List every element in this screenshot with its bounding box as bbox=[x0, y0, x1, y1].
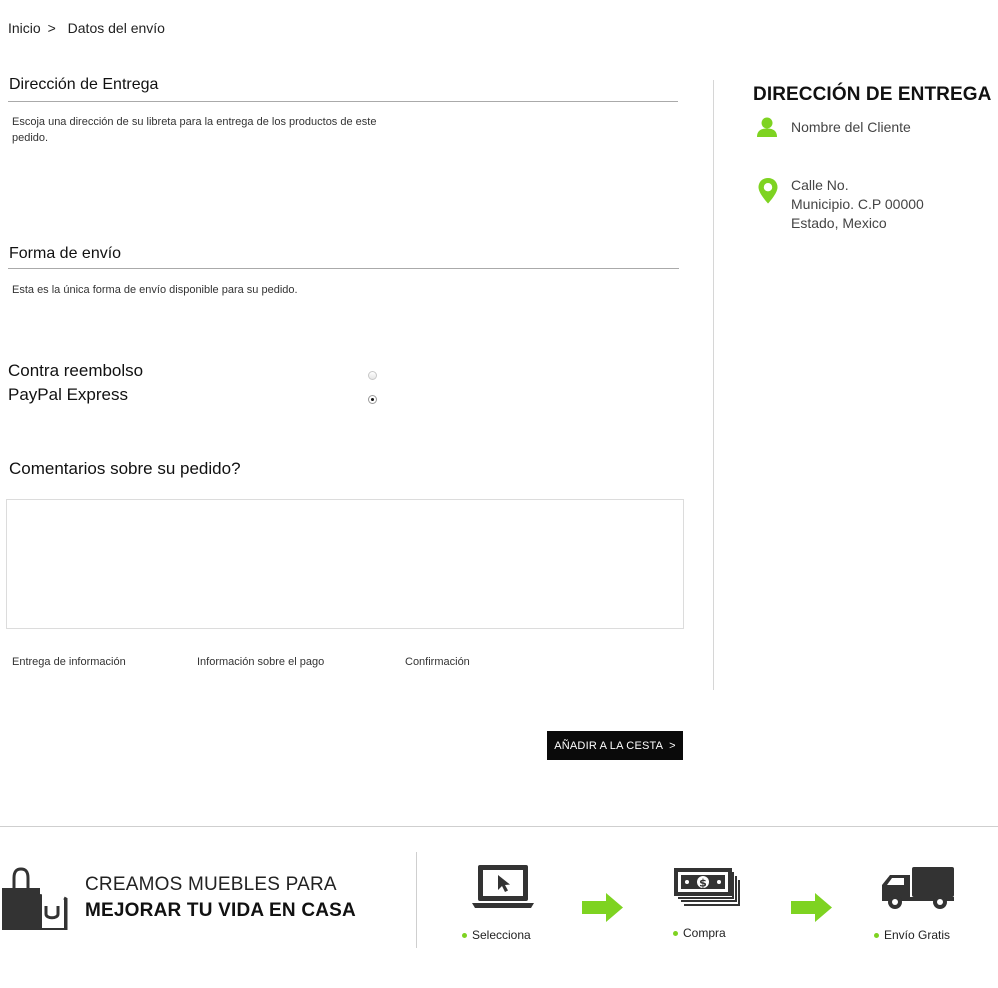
add-to-cart-button[interactable]: AÑADIR A LA CESTA > bbox=[547, 731, 683, 760]
feature-buy-label: Compra bbox=[683, 926, 726, 940]
sidebar-address: Calle No. Municipio. C.P 00000 Estado, M… bbox=[791, 176, 924, 233]
breadcrumb: Inicio > Datos del envío bbox=[8, 20, 165, 36]
footer-divider bbox=[0, 826, 998, 827]
sidebar-address-line3: Estado, Mexico bbox=[791, 215, 887, 231]
bullet-dot bbox=[673, 930, 678, 936]
arrow-right-icon bbox=[791, 893, 833, 922]
bullet-dot bbox=[462, 932, 467, 938]
step-payment-info: Información sobre el pago bbox=[197, 656, 325, 668]
arrow-right-icon bbox=[582, 893, 624, 922]
shipping-method-description: Esta es la única forma de envío disponib… bbox=[12, 284, 298, 296]
step-confirmation: Confirmación bbox=[405, 656, 470, 668]
comments-textarea[interactable] bbox=[6, 499, 684, 629]
breadcrumb-separator: > bbox=[47, 20, 56, 36]
shipping-option-label-paypal: PayPal Express bbox=[8, 385, 128, 404]
feature-select: Selecciona bbox=[462, 928, 531, 942]
sidebar-address-line2: Municipio. C.P 00000 bbox=[791, 196, 924, 212]
footer-tagline-line1: CREAMOS MUEBLES PARA bbox=[85, 874, 337, 895]
feature-select-label: Selecciona bbox=[472, 928, 531, 942]
add-to-cart-label: AÑADIR A LA CESTA bbox=[554, 739, 664, 752]
shopping-bag-icon bbox=[0, 866, 70, 932]
delivery-truck-icon bbox=[880, 865, 956, 911]
breadcrumb-current: Datos del envío bbox=[67, 20, 165, 36]
location-pin-icon bbox=[757, 177, 779, 205]
footer-column-divider bbox=[416, 852, 417, 948]
column-divider bbox=[713, 80, 714, 690]
chevron-right-icon: > bbox=[669, 739, 676, 752]
shipping-option-label-cod: Contra reembolso bbox=[8, 361, 144, 380]
comments-title: Comentarios sobre su pedido? bbox=[9, 459, 241, 478]
shipping-method-title: Forma de envío bbox=[9, 245, 122, 262]
money-stack-icon: $ bbox=[672, 866, 740, 908]
bullet-dot bbox=[874, 932, 879, 938]
delivery-address-description: Escoja una dirección de su libreta para … bbox=[12, 116, 377, 144]
delivery-address-divider bbox=[8, 101, 678, 102]
sidebar-address-line1: Calle No. bbox=[791, 177, 849, 193]
feature-free-shipping-label: Envío Gratis bbox=[884, 928, 951, 942]
sidebar-customer-name: Nombre del Cliente bbox=[791, 119, 911, 135]
feature-free-shipping: Envío Gratis bbox=[874, 928, 950, 942]
svg-text:$: $ bbox=[699, 877, 707, 890]
breadcrumb-home-link[interactable]: Inicio bbox=[8, 20, 41, 36]
footer-tagline-line2: MEJORAR TU VIDA EN CASA bbox=[85, 900, 356, 921]
shipping-method-divider bbox=[8, 268, 679, 269]
sidebar-title: DIRECCIÓN DE ENTREGA bbox=[753, 84, 992, 105]
shipping-option-radio-paypal[interactable] bbox=[368, 395, 377, 404]
shipping-option-radio-cod[interactable] bbox=[368, 371, 377, 380]
feature-buy: Compra bbox=[673, 926, 726, 940]
laptop-cursor-icon bbox=[471, 863, 535, 911]
delivery-address-title: Dirección de Entrega bbox=[9, 76, 159, 93]
step-delivery-info: Entrega de información bbox=[12, 656, 126, 668]
user-icon bbox=[756, 116, 778, 138]
